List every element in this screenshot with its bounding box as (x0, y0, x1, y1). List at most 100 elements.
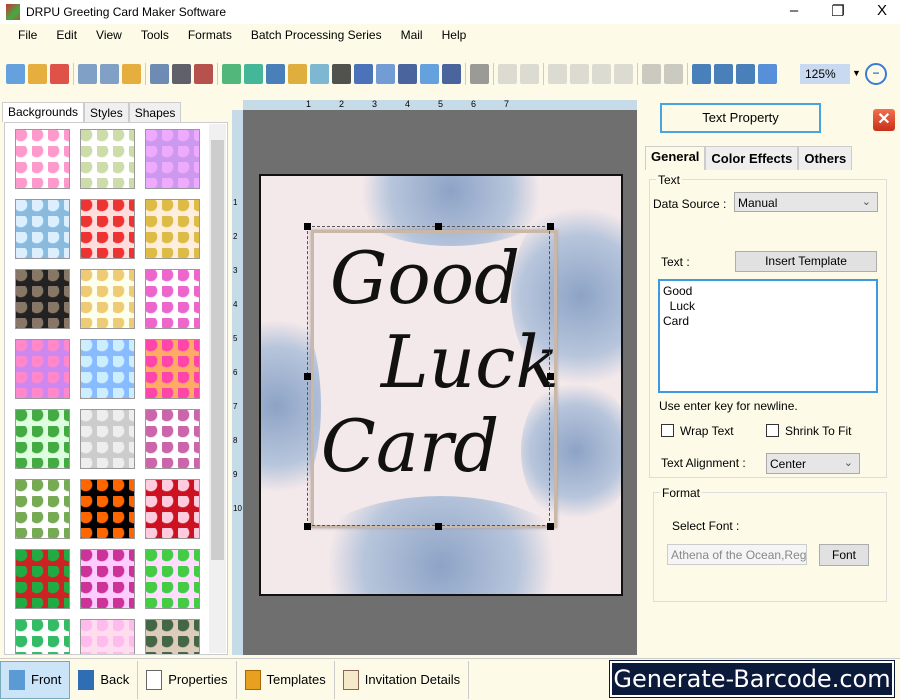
front-button[interactable]: Front (0, 660, 71, 699)
undo-icon[interactable] (498, 64, 517, 84)
export-icon[interactable] (122, 64, 141, 84)
shape-icon[interactable] (288, 64, 307, 84)
tab-others[interactable]: Others (798, 146, 853, 170)
background-thumbnail[interactable] (80, 409, 135, 469)
resize-handle[interactable] (547, 523, 554, 530)
templates-button[interactable]: Templates (237, 660, 335, 699)
background-thumbnail[interactable] (80, 479, 135, 539)
back-button[interactable]: Back (70, 660, 139, 699)
resize-handle[interactable] (435, 223, 442, 230)
actual-size-icon[interactable] (714, 64, 733, 84)
database-icon[interactable] (470, 64, 489, 84)
background-thumbnail[interactable] (80, 129, 135, 189)
copy-icon[interactable] (570, 64, 589, 84)
bring-front-icon[interactable] (642, 64, 661, 84)
background-thumbnail[interactable] (15, 339, 70, 399)
save-as-icon[interactable] (100, 64, 119, 84)
delete-icon[interactable] (614, 64, 633, 84)
text-input[interactable]: Good Luck Card (658, 279, 878, 393)
image-icon[interactable] (244, 64, 263, 84)
menu-batch-processing[interactable]: Batch Processing Series (251, 28, 382, 42)
background-thumbnail[interactable] (80, 619, 135, 654)
menu-view[interactable]: View (96, 28, 122, 42)
menu-edit[interactable]: Edit (56, 28, 77, 42)
alignment-select[interactable]: Center ⌄ (766, 453, 860, 474)
text-icon[interactable] (376, 64, 395, 84)
properties-button[interactable]: Properties (138, 660, 237, 699)
wrap-text-checkbox[interactable] (661, 424, 674, 437)
tab-color-effects[interactable]: Color Effects (705, 146, 799, 170)
invitation-details-button[interactable]: Invitation Details (335, 660, 470, 699)
background-thumbnail[interactable] (80, 269, 135, 329)
background-thumbnail[interactable] (15, 549, 70, 609)
background-thumbnail[interactable] (80, 549, 135, 609)
menu-formats[interactable]: Formats (188, 28, 232, 42)
pen-icon[interactable] (266, 64, 285, 84)
background-thumbnail[interactable] (145, 409, 200, 469)
background-thumbnail[interactable] (80, 199, 135, 259)
background-thumbnail[interactable] (145, 339, 200, 399)
font-button[interactable]: Font (819, 544, 869, 566)
background-thumbnail[interactable] (15, 409, 70, 469)
send-back-icon[interactable] (664, 64, 683, 84)
menu-mail[interactable]: Mail (401, 28, 423, 42)
open-icon[interactable] (28, 64, 47, 84)
line-icon[interactable] (442, 64, 461, 84)
resize-handle[interactable] (435, 523, 442, 530)
menu-tools[interactable]: Tools (141, 28, 169, 42)
signature-icon[interactable] (398, 64, 417, 84)
background-thumbnail[interactable] (15, 129, 70, 189)
zoom-dropdown-icon[interactable]: ▼ (852, 68, 861, 78)
tab-shapes[interactable]: Shapes (128, 102, 182, 122)
barcode-icon[interactable] (332, 64, 351, 84)
close-button[interactable]: X (862, 2, 900, 19)
background-thumbnail[interactable] (145, 549, 200, 609)
paste-icon[interactable] (592, 64, 611, 84)
resize-handle[interactable] (547, 223, 554, 230)
background-thumbnail[interactable] (15, 619, 70, 654)
background-thumbnail[interactable] (145, 269, 200, 329)
resize-handle[interactable] (304, 373, 311, 380)
tab-styles[interactable]: Styles (84, 102, 129, 122)
background-thumbnail[interactable] (15, 269, 70, 329)
resize-handle[interactable] (304, 523, 311, 530)
save-icon[interactable] (78, 64, 97, 84)
restore-button[interactable]: ❐ (818, 2, 858, 20)
shrink-to-fit-checkbox[interactable] (766, 424, 779, 437)
menu-file[interactable]: File (18, 28, 37, 42)
email-icon[interactable] (420, 64, 439, 84)
resize-handle[interactable] (547, 373, 554, 380)
redo-icon[interactable] (520, 64, 539, 84)
background-thumbnail[interactable] (80, 339, 135, 399)
menu-help[interactable]: Help (442, 28, 467, 42)
text-art-icon[interactable] (354, 64, 373, 84)
background-thumbnail[interactable] (15, 479, 70, 539)
fit-icon[interactable] (736, 64, 755, 84)
background-thumbnail[interactable] (145, 129, 200, 189)
minimize-button[interactable]: – (774, 2, 814, 19)
new-icon[interactable] (6, 64, 25, 84)
scrollbar-thumb[interactable] (211, 140, 224, 560)
background-thumbnail[interactable] (145, 199, 200, 259)
tab-backgrounds[interactable]: Backgrounds (2, 102, 85, 122)
tab-general[interactable]: General (645, 146, 706, 170)
print-preview-icon[interactable] (194, 64, 213, 84)
zoom-level-select[interactable]: 125% (800, 64, 850, 84)
print-icon[interactable] (172, 64, 191, 84)
grid-icon[interactable] (692, 64, 711, 84)
insert-template-button[interactable]: Insert Template (735, 251, 877, 272)
close-icon[interactable] (50, 64, 69, 84)
data-source-select[interactable]: Manual ⌄ (734, 192, 878, 212)
close-panel-button[interactable]: ✕ (873, 109, 895, 131)
background-thumbnail[interactable] (145, 479, 200, 539)
background-thumbnail[interactable] (145, 619, 200, 654)
properties-icon[interactable] (150, 64, 169, 84)
zoom-out-icon[interactable]: − (865, 63, 887, 85)
background-thumbnail[interactable] (15, 199, 70, 259)
background-icon[interactable] (222, 64, 241, 84)
zoom-in-icon[interactable] (758, 64, 777, 84)
cut-icon[interactable] (548, 64, 567, 84)
watermark-icon[interactable] (310, 64, 329, 84)
resize-handle[interactable] (304, 223, 311, 230)
selection-box[interactable] (307, 226, 550, 526)
